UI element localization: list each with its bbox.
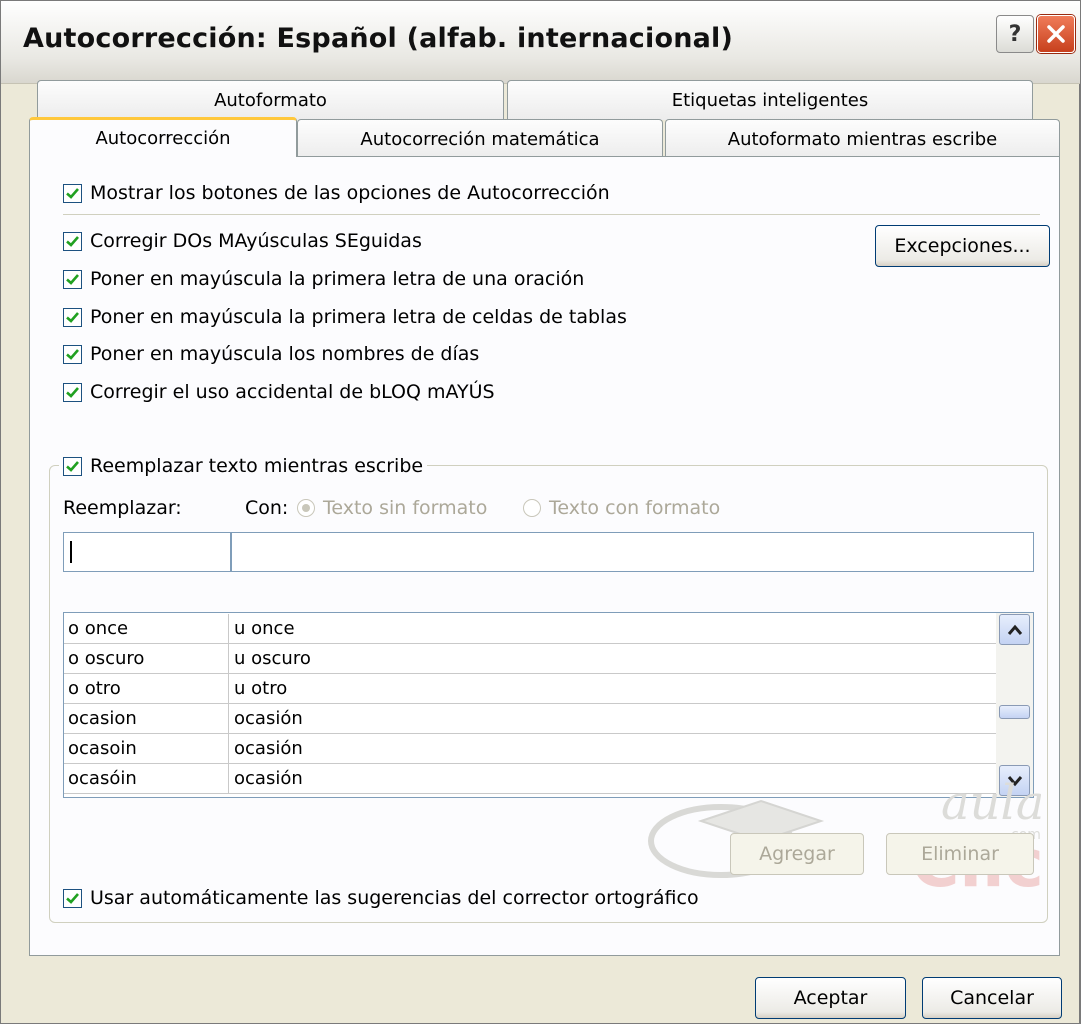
entry-to: ocasión [234, 768, 303, 789]
two-initials-option[interactable]: Corregir DOs MAyúsculas SEguidas [63, 230, 422, 252]
caps-lock-option[interactable]: Corregir el uso accidental de bLOQ mAYÚS [63, 381, 495, 403]
entry-to: u once [234, 618, 295, 639]
button-label: Cancelar [950, 987, 1034, 1009]
button-label: Eliminar [921, 843, 999, 865]
entry-to: u oscuro [234, 648, 311, 669]
list-item[interactable]: ocasion ocasión [64, 704, 996, 734]
entry-from: o once [68, 618, 129, 639]
tab-label: Autocorreción matemática [360, 129, 600, 150]
check-icon [66, 187, 79, 199]
scroll-thumb[interactable] [999, 705, 1030, 719]
group-label: Reemplazar texto mientras escribe [90, 455, 424, 477]
tab-autoformato[interactable]: Autoformato [37, 80, 504, 120]
option-label: Poner en mayúscula los nombres de días [90, 343, 480, 365]
with-input[interactable] [231, 532, 1034, 572]
tab-label: Autocorrección [95, 128, 231, 149]
exceptions-button[interactable]: Excepciones... [875, 225, 1050, 267]
show-buttons-option[interactable]: Mostrar los botones de las opciones de A… [63, 182, 610, 204]
checkbox[interactable] [63, 307, 82, 327]
radio-button[interactable] [523, 499, 541, 517]
option-label: Mostrar los botones de las opciones de A… [90, 182, 610, 204]
button-label: Agregar [759, 843, 835, 865]
option-label: Usar automáticamente las sugerencias del… [90, 887, 699, 909]
check-icon [66, 235, 79, 247]
checkbox[interactable] [63, 269, 82, 289]
entry-to: u otro [234, 678, 288, 699]
scroll-up-button[interactable] [999, 614, 1030, 645]
spell-suggestions-option[interactable]: Usar automáticamente las sugerencias del… [63, 887, 699, 909]
entry-from: o oscuro [68, 648, 145, 669]
text-cursor [70, 541, 72, 563]
list-item[interactable]: o oscuro u oscuro [64, 644, 996, 674]
window-title: Autocorrección: Español (alfab. internac… [23, 23, 734, 54]
button-label: Excepciones... [894, 235, 1031, 257]
help-icon: ? [1008, 21, 1022, 47]
dialog-window: Autocorrección: Español (alfab. internac… [0, 0, 1081, 1024]
list-item[interactable]: ocasoin ocasión [64, 734, 996, 764]
radio-label: Texto con formato [549, 497, 721, 519]
replace-group-header[interactable]: Reemplazar texto mientras escribe [59, 455, 428, 477]
entry-from: o otro [68, 678, 121, 699]
option-label: Poner en mayúscula la primera letra de c… [90, 306, 627, 328]
tab-label: Autoformato [214, 90, 327, 111]
replace-label: Reemplazar: [63, 497, 182, 519]
option-label: Corregir DOs MAyúsculas SEguidas [90, 230, 422, 252]
list-item[interactable]: o otro u otro [64, 674, 996, 704]
title-bar: Autocorrección: Español (alfab. internac… [1, 1, 1080, 84]
tab-label: Autoformato mientras escribe [727, 129, 998, 150]
close-icon [1047, 25, 1065, 43]
cancel-button[interactable]: Cancelar [922, 977, 1062, 1019]
list-item[interactable]: o once u once [64, 614, 996, 644]
check-icon [66, 311, 79, 323]
ok-button[interactable]: Aceptar [755, 977, 906, 1019]
add-button[interactable]: Agregar [730, 833, 864, 875]
entry-to: ocasión [234, 738, 303, 759]
checkbox[interactable] [63, 456, 82, 476]
help-button[interactable]: ? [996, 15, 1034, 53]
radio-label: Texto sin formato [323, 497, 488, 519]
checkbox[interactable] [63, 382, 82, 402]
checkbox[interactable] [63, 183, 82, 203]
delete-button[interactable]: Eliminar [886, 833, 1034, 875]
entry-from: ocasion [68, 708, 137, 729]
entry-from: ocasóin [68, 768, 137, 789]
radio-plain-text[interactable]: Texto sin formato [297, 497, 487, 519]
check-icon [66, 892, 79, 904]
day-names-option[interactable]: Poner en mayúscula los nombres de días [63, 343, 479, 365]
option-label: Poner en mayúscula la primera letra de u… [90, 268, 585, 290]
checkbox[interactable] [63, 231, 82, 251]
button-label: Aceptar [793, 987, 868, 1009]
first-letter-cells-option[interactable]: Poner en mayúscula la primera letra de c… [63, 306, 627, 328]
first-letter-sentence-option[interactable]: Poner en mayúscula la primera letra de u… [63, 268, 584, 290]
watermark-text: aula [941, 775, 1041, 831]
tab-autocorreccion[interactable]: Autocorrección [29, 117, 297, 157]
tab-autocorrecion-matematica[interactable]: Autocorreción matemática [297, 119, 663, 159]
radio-button[interactable] [297, 499, 315, 517]
entry-from: ocasoin [68, 738, 137, 759]
check-icon [66, 460, 79, 472]
with-label: Con: [245, 497, 289, 519]
check-icon [66, 273, 79, 285]
check-icon [66, 348, 79, 360]
checkbox[interactable] [63, 888, 82, 908]
separator [63, 214, 1040, 215]
replace-input[interactable] [63, 532, 231, 572]
tab-label: Etiquetas inteligentes [671, 90, 869, 111]
radio-formatted-text[interactable]: Texto con formato [523, 497, 720, 519]
tab-etiquetas-inteligentes[interactable]: Etiquetas inteligentes [507, 80, 1033, 120]
check-icon [66, 386, 79, 398]
chevron-up-icon [1007, 624, 1022, 635]
close-button[interactable] [1037, 15, 1075, 53]
tab-autoformato-mientras-escribe[interactable]: Autoformato mientras escribe [665, 119, 1060, 159]
option-label: Corregir el uso accidental de bLOQ mAYÚS [90, 381, 495, 403]
entry-to: ocasión [234, 708, 303, 729]
checkbox[interactable] [63, 344, 82, 364]
